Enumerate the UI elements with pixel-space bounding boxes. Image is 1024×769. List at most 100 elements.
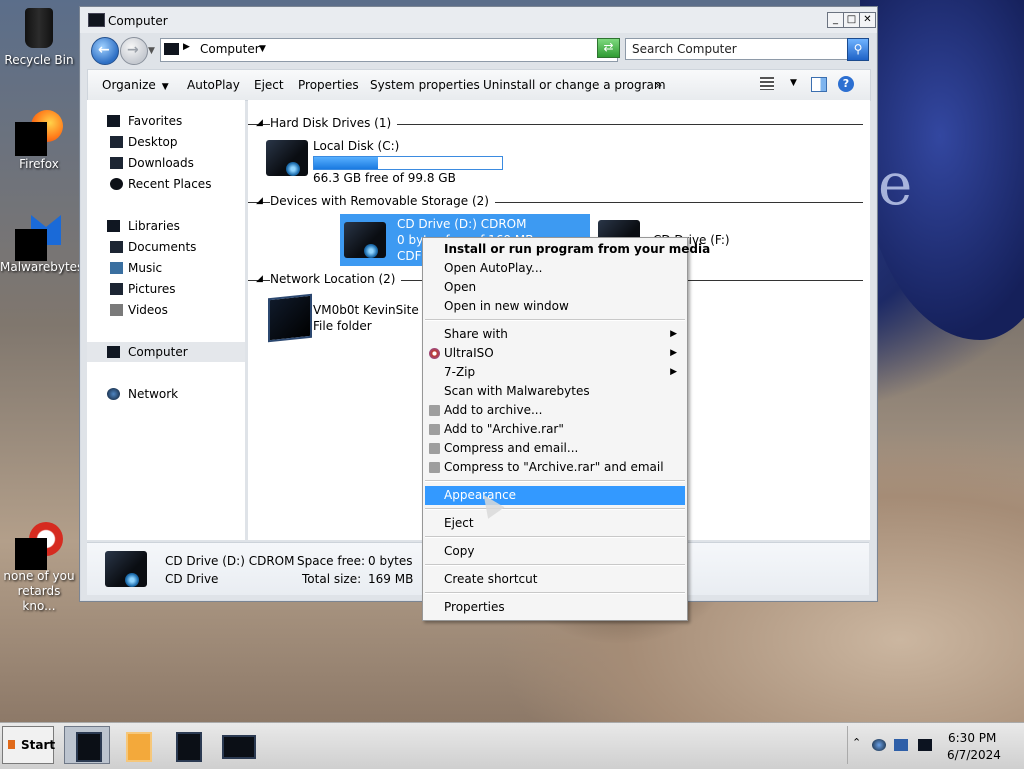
nav-documents[interactable]: Documents [87, 237, 245, 257]
group-header-removable[interactable]: ◢ Devices with Removable Storage (2) [248, 194, 863, 210]
explorer-icon [76, 732, 102, 762]
desktop-icon-malwarebytes[interactable]: Malwarebytes [0, 213, 84, 275]
desktop-icon-label: Malwarebytes [0, 260, 84, 274]
autoplay-button[interactable]: AutoPlay [187, 78, 240, 92]
menu-item-compress-rar-email[interactable]: Compress to "Archive.rar" and email [425, 458, 685, 477]
nav-videos[interactable]: Videos [87, 300, 245, 320]
forward-button[interactable]: → [120, 37, 148, 65]
nav-desktop[interactable]: Desktop [87, 132, 245, 152]
menu-item-appearance[interactable]: Appearance [425, 486, 685, 505]
menu-item-eject[interactable]: Eject [425, 514, 685, 533]
view-options-dropdown[interactable]: ▼ [790, 78, 797, 88]
menu-item-label: Add to archive... [444, 403, 543, 417]
details-space-free: 0 bytes [368, 554, 413, 568]
drive-name: CD Drive (D:) CDROM [397, 217, 527, 231]
organize-label: Organize [102, 78, 156, 92]
drive-tile-c[interactable]: Local Disk (C:) 66.3 GB free of 99.8 GB [262, 136, 522, 185]
monitor-icon[interactable] [918, 739, 932, 751]
menu-item-label: Add to "Archive.rar" [444, 422, 564, 436]
details-type: CD Drive [165, 572, 219, 586]
help-icon[interactable]: ? [838, 76, 854, 92]
organize-menu[interactable]: Organize ▼ [102, 78, 169, 92]
change-view-icon[interactable] [760, 77, 774, 90]
collapse-icon[interactable]: ◢ [256, 196, 263, 206]
collapse-icon[interactable]: ◢ [256, 118, 263, 128]
preview-pane-icon[interactable] [811, 77, 827, 92]
menu-separator [425, 564, 685, 566]
window-titlebar[interactable]: Computer _ □ ✕ [80, 7, 877, 33]
nav-libraries[interactable]: Libraries [87, 216, 245, 236]
nav-computer[interactable]: Computer [87, 342, 245, 362]
start-button[interactable]: Start [2, 726, 55, 764]
taskbar-monitor-button[interactable] [214, 726, 260, 764]
context-menu: Install or run program from your media O… [422, 237, 710, 621]
properties-button[interactable]: Properties [298, 78, 359, 92]
nav-recent-places[interactable]: Recent Places [87, 174, 245, 194]
more-commands-button[interactable]: » [655, 78, 662, 92]
system-tray: ⌃ 6:30 PM 6/7/2024 [847, 726, 1022, 764]
menu-item-7zip[interactable]: 7-Zip ▶ [425, 363, 685, 382]
taskbar-app-button[interactable] [164, 726, 210, 764]
network-icon[interactable] [872, 739, 886, 751]
taskbar-media-player-button[interactable] [114, 726, 160, 764]
desktop-icon-label: none of you retards kno... [3, 569, 75, 613]
menu-item-copy[interactable]: Copy [425, 542, 685, 561]
menu-separator [425, 592, 685, 594]
search-button[interactable]: ⚲ [847, 38, 869, 61]
star-icon [107, 115, 120, 127]
nav-label: Downloads [128, 156, 194, 170]
clock-time[interactable]: 6:30 PM [948, 731, 996, 745]
flag-icon[interactable] [894, 739, 908, 751]
computer-icon [107, 346, 120, 358]
capacity-bar [313, 156, 503, 170]
menu-item-open[interactable]: Open [425, 278, 685, 297]
menu-item-create-shortcut[interactable]: Create shortcut [425, 570, 685, 589]
desktop-icon-recycle-bin[interactable]: Recycle Bin [0, 6, 78, 68]
eject-button[interactable]: Eject [254, 78, 284, 92]
chevron-right-icon[interactable]: ▶ [183, 42, 190, 52]
menu-item-scan-malwarebytes[interactable]: Scan with Malwarebytes [425, 382, 685, 401]
menu-item-ultraiso[interactable]: UltraISO ▶ [425, 344, 685, 363]
menu-item-add-to-archive[interactable]: Add to archive... [425, 401, 685, 420]
system-properties-button[interactable]: System properties [370, 78, 480, 92]
group-title: Hard Disk Drives (1) [270, 116, 398, 130]
menu-item-install-run[interactable]: Install or run program from your media [425, 240, 710, 259]
refresh-button[interactable]: ⇄ [597, 38, 620, 58]
nav-pictures[interactable]: Pictures [87, 279, 245, 299]
collapse-icon[interactable]: ◢ [256, 274, 263, 284]
minimize-button[interactable]: _ [827, 12, 844, 28]
taskbar-explorer-button[interactable] [64, 726, 110, 764]
menu-item-open-autoplay[interactable]: Open AutoPlay... [425, 259, 685, 278]
media-player-icon [126, 732, 152, 762]
nav-music[interactable]: Music [87, 258, 245, 278]
search-input[interactable]: Search Computer [625, 38, 854, 60]
maximize-button[interactable]: □ [843, 12, 860, 28]
menu-item-open-new-window[interactable]: Open in new window [425, 297, 685, 316]
nav-network[interactable]: Network [87, 384, 245, 404]
back-button[interactable]: ← [91, 37, 119, 65]
desktop-icon-file[interactable]: none of you retards kno... [0, 522, 78, 614]
address-bar[interactable]: ▶ Computer ▼ ▼ [160, 38, 618, 62]
clock-date[interactable]: 6/7/2024 [947, 748, 1001, 762]
menu-item-compress-email[interactable]: Compress and email... [425, 439, 685, 458]
search-icon: ⚲ [853, 42, 863, 56]
nav-downloads[interactable]: Downloads [87, 153, 245, 173]
hard-drive-icon [266, 136, 312, 180]
documents-icon [110, 241, 123, 253]
menu-item-properties[interactable]: Properties [425, 598, 685, 617]
nav-favorites[interactable]: Favorites [87, 111, 245, 131]
menu-item-share-with[interactable]: Share with ▶ [425, 325, 685, 344]
submenu-arrow-icon: ▶ [670, 348, 677, 358]
menu-item-add-to-archive-rar[interactable]: Add to "Archive.rar" [425, 420, 685, 439]
chevron-down-icon[interactable]: ▼ [259, 44, 266, 54]
breadcrumb-computer[interactable]: Computer [200, 42, 260, 56]
desktop-icon-firefox[interactable]: Firefox [0, 110, 78, 172]
nav-label: Network [128, 387, 179, 401]
group-header-hdd[interactable]: ◢ Hard Disk Drives (1) [248, 116, 863, 132]
menu-item-label: Copy [444, 544, 475, 558]
recent-pages-dropdown[interactable]: ▼ [148, 46, 155, 56]
nav-label: Favorites [128, 114, 183, 128]
show-hidden-icons-icon[interactable]: ⌃ [852, 736, 866, 749]
uninstall-program-button[interactable]: Uninstall or change a program [483, 78, 666, 92]
close-button[interactable]: ✕ [859, 12, 876, 28]
